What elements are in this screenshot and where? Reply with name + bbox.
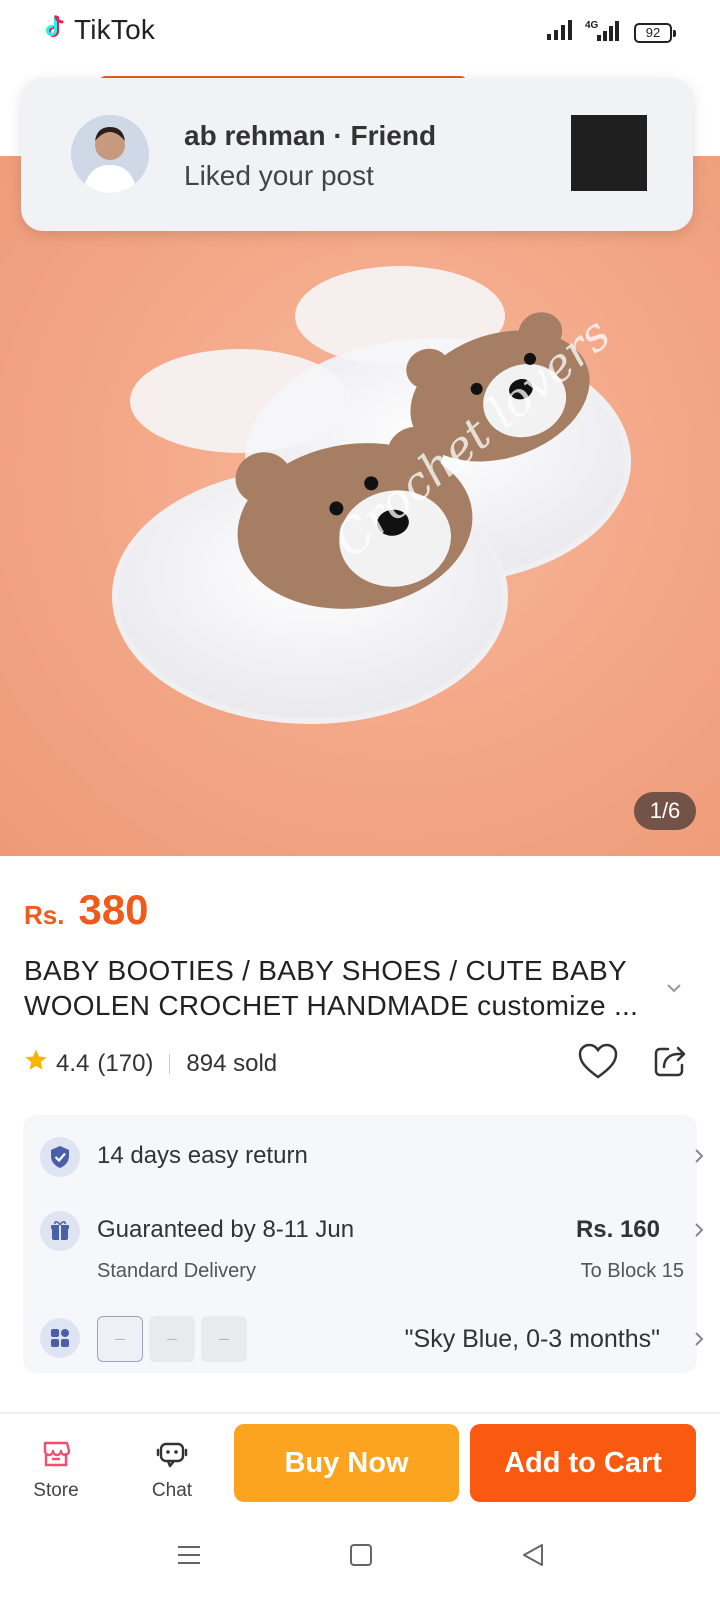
price: Rs. 380 <box>24 886 149 934</box>
rating-count: (170) <box>97 1049 154 1077</box>
rating-row: 4.4 (170) 894 sold <box>24 1048 277 1079</box>
grid-icon <box>40 1318 80 1358</box>
chat-button[interactable]: Chat <box>132 1440 212 1502</box>
system-navigation-bar <box>0 1520 720 1600</box>
status-app: TikTok <box>44 14 155 46</box>
chevron-right-icon[interactable] <box>694 1331 704 1352</box>
tiktok-icon <box>44 14 66 46</box>
variant-selected[interactable]: "Sky Blue, 0-3 months" <box>405 1325 660 1354</box>
heart-icon[interactable] <box>578 1043 618 1084</box>
notification-thumbnail <box>571 115 647 191</box>
signal-4g-icon: 4G <box>584 18 624 47</box>
delivery-price: Rs. 160 <box>575 1216 660 1243</box>
variant-swatch[interactable]: — <box>97 1316 143 1362</box>
battery-icon: 92 <box>634 22 676 43</box>
signal-icon <box>546 19 574 46</box>
product-title-line-1: BABY BOOTIES / BABY SHOES / CUTE BABY <box>24 955 627 986</box>
notification-message: Liked your post <box>184 160 374 191</box>
share-icon[interactable] <box>652 1043 688 1084</box>
gift-icon <box>40 1211 80 1251</box>
chat-icon <box>132 1440 212 1474</box>
home-icon[interactable] <box>348 1542 374 1573</box>
store-icon <box>16 1440 96 1474</box>
buy-now-button[interactable]: Buy Now <box>234 1424 459 1502</box>
chat-label: Chat <box>151 1480 193 1501</box>
notification-title: ab rehman · Friend <box>184 120 437 151</box>
product-title-line-2: WOOLEN CROCHET HANDMADE customize ... <box>24 990 639 1021</box>
variant-swatch[interactable]: — <box>201 1316 247 1362</box>
shield-check-icon <box>40 1137 80 1177</box>
add-to-cart-button[interactable]: Add to Cart <box>470 1424 696 1502</box>
booties-illustration: Crochet lovers <box>112 266 631 724</box>
product-title[interactable]: BABY BOOTIES / BABY SHOES / CUTE BABY WO… <box>24 953 664 1023</box>
chevron-down-icon[interactable] <box>666 980 682 998</box>
store-label: Store <box>33 1480 79 1501</box>
chevron-right-icon[interactable] <box>694 1222 704 1243</box>
status-bar: TikTok 4G 92 <box>0 0 720 66</box>
store-button[interactable]: Store <box>16 1440 96 1502</box>
status-app-label: TikTok <box>74 14 156 45</box>
rating-value: 4.4 <box>56 1049 90 1077</box>
return-policy[interactable]: 14 days easy return <box>97 1142 308 1170</box>
price-value: 380 <box>78 886 149 933</box>
back-icon[interactable] <box>520 1542 546 1573</box>
sold-count: 894 sold <box>186 1049 278 1077</box>
divider <box>169 1053 171 1074</box>
variant-swatch[interactable]: — <box>149 1316 195 1362</box>
chevron-right-icon[interactable] <box>694 1148 704 1169</box>
star-icon <box>24 1048 48 1079</box>
delivery-destination: To Block 15 <box>580 1260 684 1282</box>
delivery-type: Standard Delivery <box>97 1260 256 1282</box>
price-currency: Rs. <box>24 900 65 930</box>
status-icons: 4G 92 <box>546 18 676 47</box>
svg-text:4G: 4G <box>585 20 599 31</box>
avatar <box>71 115 149 193</box>
divider <box>0 1412 720 1414</box>
product-page: TikTok 4G 92 Crochet lovers 1/6 ab rehma… <box>0 0 720 1600</box>
notification-banner[interactable]: ab rehman · Friend Liked your post <box>21 78 693 231</box>
product-image[interactable]: Crochet lovers 1/6 <box>0 156 720 856</box>
image-counter: 1/6 <box>634 792 696 830</box>
menu-icon[interactable] <box>176 1542 202 1573</box>
delivery-guarantee[interactable]: Guaranteed by 8-11 Jun <box>97 1216 354 1244</box>
